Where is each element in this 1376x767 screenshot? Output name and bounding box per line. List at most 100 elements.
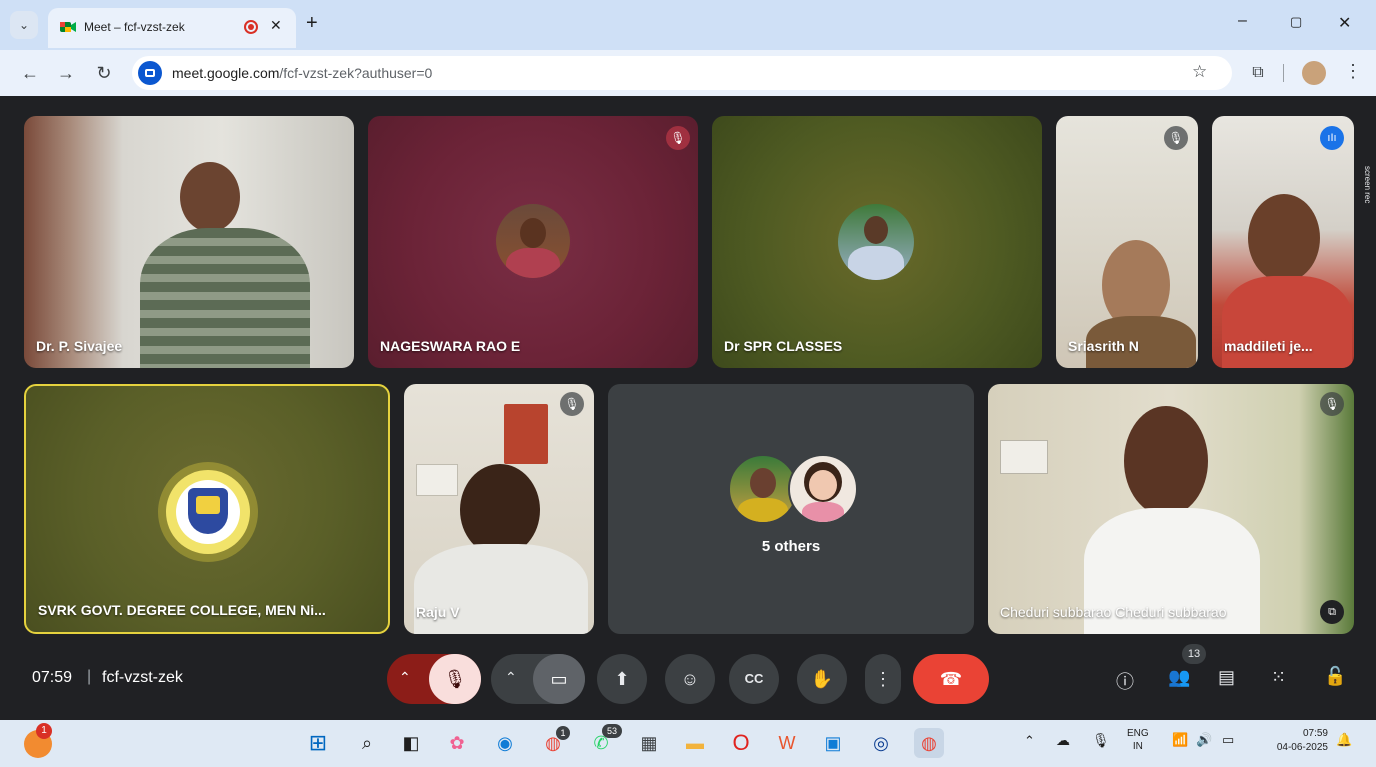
participant-avatar xyxy=(788,454,858,524)
language-indicator[interactable]: ENG IN xyxy=(1127,727,1149,753)
participant-tile[interactable]: ıIı maddileti je... xyxy=(1212,116,1354,368)
whatsapp-badge: 53 xyxy=(602,724,622,738)
system-clock[interactable]: 07:59 04-06-2025 xyxy=(1256,727,1328,755)
meet-logo-icon xyxy=(60,20,76,34)
meeting-code: fcf-vzst-zek xyxy=(102,669,183,686)
copilot-icon[interactable]: ✿ xyxy=(442,728,472,758)
recording-icon xyxy=(244,20,258,34)
participant-tile[interactable]: 🎙 NAGESWARA RAO E xyxy=(368,116,698,368)
url-host: meet.google.com xyxy=(172,65,280,81)
participant-tile[interactable]: Dr SPR CLASSES xyxy=(712,116,1042,368)
restore-button[interactable]: ▢ xyxy=(1290,14,1302,30)
file-explorer-icon[interactable]: ▬ xyxy=(680,728,710,758)
speaking-indicator-icon: ıIı xyxy=(1320,126,1344,150)
reactions-button[interactable]: ☺ xyxy=(665,654,715,704)
participant-tile[interactable]: 🎙 Cheduri subbarao Cheduri subbarao ⧉ xyxy=(988,384,1354,634)
camera-control-group: ⌃ ▭ xyxy=(491,654,585,704)
region-code: IN xyxy=(1132,741,1143,752)
participant-name: Sriasrith N xyxy=(1068,338,1139,354)
task-view-icon[interactable]: ◧ xyxy=(396,728,426,758)
tab-search-button[interactable]: ⌄ xyxy=(10,11,38,39)
show-hidden-icons-icon[interactable]: ⌃ xyxy=(1024,733,1035,749)
extensions-icon[interactable]: ⧉ xyxy=(1244,59,1272,87)
people-icon[interactable]: 👥 xyxy=(1168,667,1190,688)
video-options-chevron-icon[interactable]: ⌃ xyxy=(505,669,517,686)
volume-icon[interactable]: 🔊 xyxy=(1196,732,1212,748)
meet-stage: Dr. P. Sivajee 🎙 NAGESWARA RAO E Dr SPR … xyxy=(0,96,1376,720)
chrome-profile-icon[interactable]: ◍ xyxy=(914,728,944,758)
new-tab-button[interactable]: + xyxy=(306,12,318,35)
tab-title: Meet – fcf-vzst-zek xyxy=(84,20,185,34)
browser-tab[interactable]: Meet – fcf-vzst-zek ✕ xyxy=(48,8,296,48)
calculator-icon[interactable]: ▦ xyxy=(634,728,664,758)
webex-icon[interactable]: ◎ xyxy=(866,728,896,758)
participant-tile-active[interactable]: SVRK GOVT. DEGREE COLLEGE, MEN Ni... xyxy=(24,384,390,634)
raise-hand-button[interactable]: ✋ xyxy=(797,654,847,704)
battery-icon[interactable]: ▭ xyxy=(1222,732,1234,748)
language-code: ENG xyxy=(1127,728,1149,739)
participant-name: Cheduri subbarao Cheduri subbarao xyxy=(1000,604,1227,620)
onedrive-icon[interactable]: ☁ xyxy=(1056,732,1070,749)
search-icon[interactable]: ⌕ xyxy=(352,728,382,758)
toolbar-divider xyxy=(1283,64,1284,82)
participant-name: Dr SPR CLASSES xyxy=(724,338,843,354)
back-icon[interactable]: ← xyxy=(16,59,44,87)
minimize-button[interactable]: – xyxy=(1238,12,1247,30)
present-screen-button[interactable]: ⬆ xyxy=(597,654,647,704)
captions-button[interactable]: CC xyxy=(729,654,779,704)
close-tab-icon[interactable]: ✕ xyxy=(270,17,282,34)
url-path: /fcf-vzst-zek?authuser=0 xyxy=(279,65,433,81)
pin-tile-icon[interactable]: ⧉ xyxy=(1320,600,1344,624)
leave-call-button[interactable]: ☎ xyxy=(913,654,989,704)
camera-toggle-button[interactable]: ▭ xyxy=(533,654,585,704)
others-label: 5 others xyxy=(761,538,821,555)
meeting-details-icon[interactable]: ⓘ xyxy=(1116,668,1134,694)
people-count-badge: 13 xyxy=(1182,644,1206,664)
mic-toggle-button[interactable]: 🎙 xyxy=(429,654,481,704)
participant-video-body xyxy=(140,228,310,368)
toolbar: ← → ↻ meet.google.com/fcf-vzst-zek?authu… xyxy=(0,50,1376,96)
chrome-badge: 1 xyxy=(556,726,570,740)
wall-calendar xyxy=(504,404,548,464)
participant-tile[interactable]: 🎙 Raju V xyxy=(404,384,594,634)
participant-tile[interactable]: 🎙 Sriasrith N xyxy=(1056,116,1198,368)
participant-name: maddileti je... xyxy=(1224,338,1313,354)
notification-bell-icon[interactable]: 🔔 xyxy=(1336,732,1352,748)
close-window-button[interactable]: ✕ xyxy=(1338,13,1351,33)
opera-icon[interactable]: O xyxy=(726,728,756,758)
audio-options-chevron-icon[interactable]: ⌃ xyxy=(399,669,411,686)
wps-office-icon[interactable]: W xyxy=(772,728,802,758)
clock-date: 04-06-2025 xyxy=(1276,742,1328,753)
bookmark-star-icon[interactable]: ☆ xyxy=(1192,62,1207,82)
meet-controls-bar: 07:59 | fcf-vzst-zek ⌃ 🎙 ⌃ ▭ ⬆ ☺ CC ✋ ⋮ … xyxy=(0,640,1376,720)
activities-icon[interactable]: ⁙ xyxy=(1271,667,1286,688)
participant-avatar xyxy=(166,470,250,554)
mic-control-group: ⌃ 🎙 xyxy=(387,654,481,704)
url-text: meet.google.com/fcf-vzst-zek?authuser=0 xyxy=(172,65,432,81)
menu-icon[interactable]: ⋮ xyxy=(1344,61,1362,82)
wifi-icon[interactable]: 📶 xyxy=(1172,732,1188,748)
mic-off-icon: 🎙 xyxy=(560,392,584,416)
mic-off-icon: 🎙 xyxy=(1164,126,1188,150)
host-controls-icon[interactable]: 🔓 xyxy=(1324,666,1346,687)
others-tile[interactable]: 5 others xyxy=(608,384,974,634)
participant-name: SVRK GOVT. DEGREE COLLEGE, MEN Ni... xyxy=(38,602,326,618)
chat-icon[interactable]: ▤ xyxy=(1218,667,1235,688)
edge-icon[interactable]: ◉ xyxy=(490,728,520,758)
start-icon[interactable]: ⊞ xyxy=(303,728,333,758)
participant-name: NAGESWARA RAO E xyxy=(380,338,521,354)
participant-video xyxy=(460,464,540,556)
participant-video xyxy=(180,162,240,232)
windows-taskbar: 1 ⊞ ⌕ ◧ ✿ ◉ ◍ 1 ✆ 53 ▦ ▬ O W ▣ ◎ ◍ ⌃ ☁ 🎙… xyxy=(0,720,1376,767)
more-options-button[interactable]: ⋮ xyxy=(865,654,901,704)
reload-icon[interactable]: ↻ xyxy=(90,59,118,87)
forward-icon[interactable]: → xyxy=(52,59,80,87)
participant-tile[interactable]: Dr. P. Sivajee xyxy=(24,116,354,368)
microphone-icon[interactable]: 🎙 xyxy=(1092,732,1110,749)
site-info-icon[interactable] xyxy=(138,61,162,85)
store-icon[interactable]: ▣ xyxy=(818,728,848,758)
tab-strip: ⌄ Meet – fcf-vzst-zek ✕ + – ▢ ✕ xyxy=(0,0,1376,50)
profile-avatar[interactable] xyxy=(1302,61,1326,85)
clock-time: 07:59 xyxy=(1302,728,1328,739)
address-bar[interactable]: meet.google.com/fcf-vzst-zek?authuser=0 … xyxy=(132,56,1232,90)
